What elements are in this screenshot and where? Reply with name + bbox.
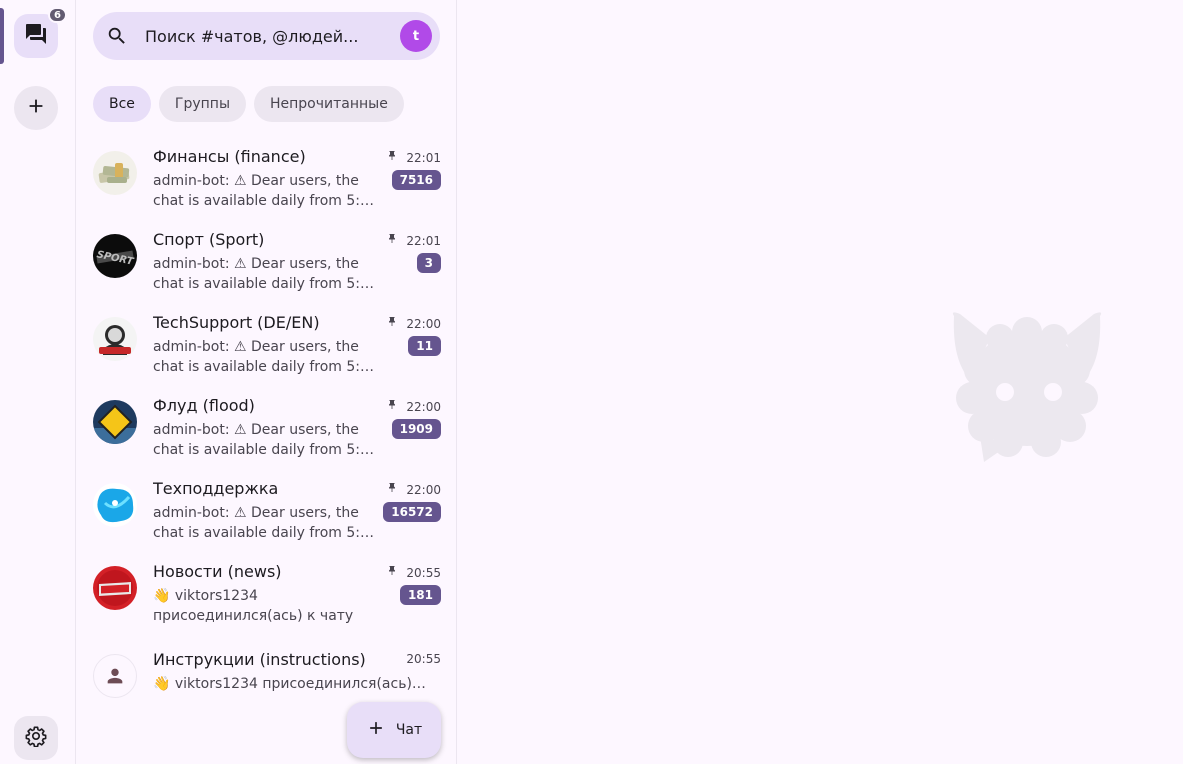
chat-time: 22:00 [406,482,441,497]
chat-avatar-sport: SPORT [93,234,137,278]
chat-meta: 22:01 [386,232,441,249]
add-button[interactable] [14,86,58,130]
chat-last-message: admin-bot: ⚠ Dear users, the chat is ava… [153,173,378,209]
chat-avatar-finance [93,151,137,195]
chat-name: Флуд (flood) [153,396,255,415]
chat-name: Техподдержка [153,479,279,498]
pin-icon [386,315,398,332]
chat-avatar-instructions [93,654,137,698]
chat-last-message: admin-bot: ⚠ Dear users, the chat is ava… [153,422,378,458]
chat-meta: 20:55 [406,652,441,666]
chat-meta: 22:01 [386,149,441,166]
chat-name: Инструкции (instructions) [153,650,366,669]
unread-count: 1909 [391,419,441,439]
plus-icon [25,95,47,121]
settings-button[interactable] [14,716,58,760]
chat-last-message: admin-bot: ⚠ Dear users, the chat is ava… [153,339,378,375]
unread-count: 3 [416,253,441,273]
chat-row-techpodderzhka[interactable]: Техподдержка 22:00 admin-bot: ⚠ Dear use… [77,467,457,550]
unread-count: 11 [408,336,441,356]
filter-chip-all[interactable]: Все [93,86,151,122]
filter-chip-unread[interactable]: Непрочитанные [254,86,404,122]
plus-icon [366,718,386,742]
pin-icon [386,564,398,581]
active-indicator [0,8,4,64]
conversation-area [458,0,1183,764]
chat-avatar-news [93,566,137,610]
unread-count: 7516 [391,170,441,190]
chat-list-panel: t Все Группы Непрочитанные Финансы (fina… [77,0,457,764]
pin-icon [386,481,398,498]
pin-icon [386,232,398,249]
new-chat-label: Чат [395,722,423,738]
chat-row-news[interactable]: Новости (news) 20:55 👋 viktors1234 присо… [77,550,457,633]
chat-name: Спорт (Sport) [153,230,265,249]
user-avatar[interactable]: t [400,20,432,52]
gear-icon [25,725,47,751]
chat-row-flood[interactable]: Флуд (flood) 22:00 admin-bot: ⚠ Dear use… [77,384,457,467]
search-input[interactable] [145,26,395,46]
pin-icon [386,398,398,415]
chat-meta: 22:00 [386,315,441,332]
search-icon [105,24,129,48]
person-icon [94,655,136,697]
chat-avatar-techsupport [93,317,137,361]
search-bar[interactable]: t [93,12,440,60]
chat-rows: Финансы (finance) 22:01 admin-bot: ⚠ Dea… [77,135,457,721]
chat-time: 22:01 [406,233,441,248]
chat-avatar-flood [93,400,137,444]
chat-row-finance[interactable]: Финансы (finance) 22:01 admin-bot: ⚠ Dea… [77,135,457,218]
chat-last-message: admin-bot: ⚠ Dear users, the chat is ava… [153,256,378,292]
chat-time: 20:55 [406,652,441,666]
chat-meta: 20:55 [386,564,441,581]
chat-time: 22:01 [406,150,441,165]
chat-time: 22:00 [406,399,441,414]
navigation-rail: 6 [0,0,76,764]
chat-name: TechSupport (DE/EN) [153,313,320,332]
chat-last-message: admin-bot: ⚠ Dear users, the chat is ava… [153,505,378,541]
chat-last-message: 👋 viktors1234 присоединился(ась) к чату [153,588,354,624]
filter-chips: Все Группы Непрочитанные [93,86,404,122]
unread-count: 16572 [383,502,441,522]
chat-row-techsupport-de-en[interactable]: TechSupport (DE/EN) 22:00 admin-bot: ⚠ D… [77,301,457,384]
pin-icon [386,149,398,166]
chat-last-message: 👋 viktors1234 присоединился(ась) к чату [153,676,429,692]
filter-chip-groups[interactable]: Группы [158,86,246,122]
chat-meta: 22:00 [386,481,441,498]
new-chat-button[interactable]: Чат [347,702,441,758]
chat-name: Новости (news) [153,562,282,581]
chat-row-sport[interactable]: SPORT Спорт (Sport) 22:01 admin-bot: ⚠ D… [77,218,457,301]
unread-badge: 6 [48,7,67,23]
chat-avatar-techpodderzhka [93,483,137,527]
chat-meta: 22:00 [386,398,441,415]
chat-time: 22:00 [406,316,441,331]
forum-icon [24,22,48,50]
unread-count: 181 [399,585,441,605]
cat-mascot-icon [950,310,1104,466]
chat-name: Финансы (finance) [153,147,306,166]
chat-time: 20:55 [406,565,441,580]
